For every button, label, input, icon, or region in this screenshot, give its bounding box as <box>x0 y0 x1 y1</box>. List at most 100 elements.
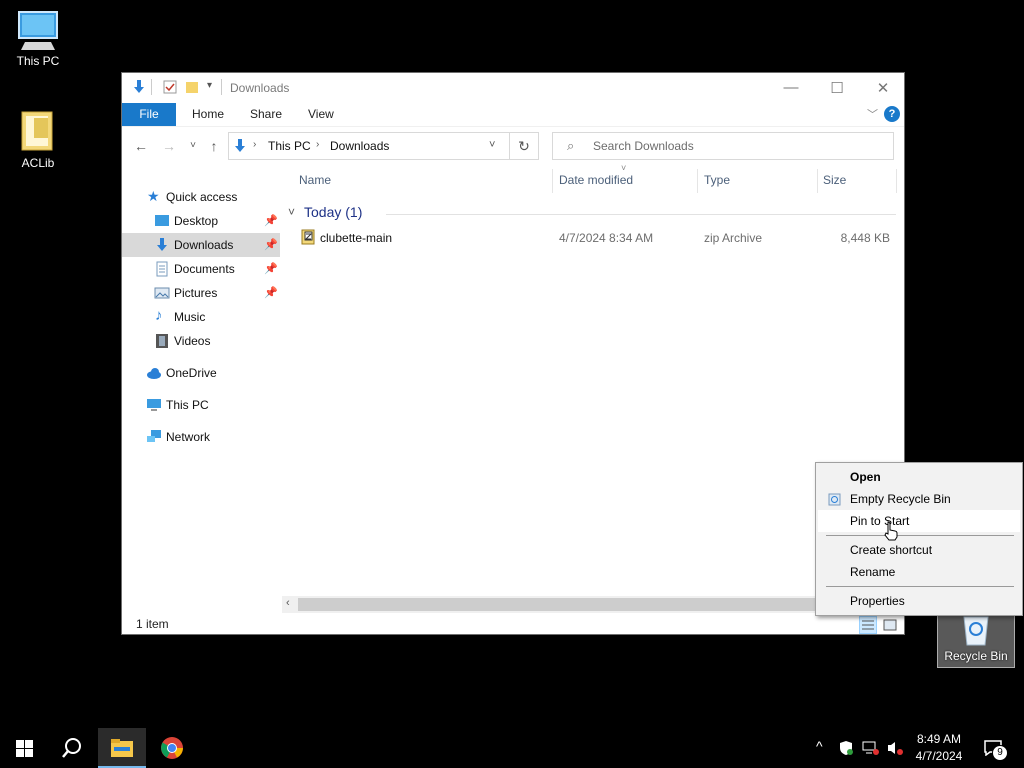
expand-ribbon-icon[interactable]: ﹀ <box>867 106 878 122</box>
breadcrumb-this-pc[interactable]: This PC <box>268 139 311 153</box>
scroll-left-icon[interactable]: ‹ <box>286 597 290 609</box>
minimize-icon: — <box>783 79 799 96</box>
column-header-type[interactable]: Type <box>704 173 730 193</box>
ribbon: File Home Share View ﹀ ? <box>122 103 904 127</box>
windows-logo-icon <box>15 739 33 757</box>
folder-icon <box>111 739 133 757</box>
videos-icon <box>156 334 168 348</box>
desktop-icon-label: This PC <box>16 54 60 68</box>
taskbar: ^ 8:49 AM 4/7/2024 9 <box>0 728 1024 768</box>
music-note-icon: ♪ <box>155 307 163 324</box>
close-button[interactable]: ✕ <box>860 73 906 102</box>
column-header-name[interactable]: Name <box>299 173 331 193</box>
security-shield-icon[interactable] <box>838 740 854 756</box>
nav-label: Videos <box>174 334 211 348</box>
chrome-icon <box>161 737 183 759</box>
menu-item-pin-to-start[interactable]: Pin to Start <box>818 510 1020 532</box>
file-type: zip Archive <box>704 231 763 245</box>
start-button[interactable] <box>0 728 48 768</box>
nav-label: Network <box>166 430 211 444</box>
group-header-today[interactable]: ˅ Today (1) <box>288 204 896 224</box>
nav-item-quick-access[interactable]: ★ Quick access <box>122 185 280 209</box>
breadcrumb-separator-icon: › <box>316 139 320 150</box>
desktop-icon-aclib[interactable]: ACLib <box>0 108 76 170</box>
recent-locations-button[interactable]: ˅ <box>184 137 202 155</box>
menu-item-create-shortcut[interactable]: Create shortcut <box>818 539 1020 561</box>
scrollbar-thumb[interactable] <box>298 598 817 611</box>
pin-icon: 📌 <box>264 239 278 251</box>
navigation-pane: ★ Quick access Desktop 📌 Downloads 📌 Doc… <box>122 183 282 483</box>
menu-item-properties[interactable]: Properties <box>818 590 1020 612</box>
tab-view[interactable]: View <box>297 103 345 126</box>
recycle-bin-icon <box>963 616 989 646</box>
clock-time: 8:49 AM <box>916 732 962 746</box>
menu-item-rename[interactable]: Rename <box>818 561 1020 583</box>
file-row[interactable]: clubette-main 4/7/2024 8:34 AM zip Archi… <box>288 227 894 249</box>
up-button[interactable]: ↑ <box>205 137 223 155</box>
search-button[interactable] <box>48 728 96 768</box>
nav-label: Downloads <box>174 238 234 252</box>
taskbar-chrome[interactable] <box>148 728 196 768</box>
nav-item-network[interactable]: Network <box>122 425 280 449</box>
address-dropdown-icon[interactable]: ˅ <box>489 139 495 151</box>
search-icon: ⌕ <box>567 138 575 153</box>
refresh-button[interactable]: ↻ <box>509 132 539 160</box>
nav-item-documents[interactable]: Documents 📌 <box>122 257 280 281</box>
column-header-size[interactable]: Size <box>823 173 846 193</box>
tab-file[interactable]: File <box>122 103 176 126</box>
large-icons-view-icon[interactable] <box>881 616 899 634</box>
notification-count-badge: 9 <box>992 745 1008 761</box>
mouse-cursor-icon <box>884 521 898 541</box>
properties-check-icon[interactable] <box>163 80 177 94</box>
computer-icon <box>18 11 58 50</box>
nav-item-videos[interactable]: Videos <box>122 329 280 353</box>
minimize-button[interactable]: — <box>768 73 814 102</box>
tab-share[interactable]: Share <box>239 103 293 126</box>
close-icon: ✕ <box>876 79 890 97</box>
help-icon[interactable]: ? <box>884 106 900 122</box>
breadcrumb-downloads[interactable]: Downloads <box>330 139 389 153</box>
tab-home[interactable]: Home <box>181 103 235 126</box>
search-input[interactable] <box>591 138 885 154</box>
search-box[interactable]: ⌕ <box>552 132 894 160</box>
group-label: Today (1) <box>304 204 363 220</box>
downloads-arrow-icon <box>157 238 167 251</box>
menu-item-empty-recycle-bin[interactable]: Empty Recycle Bin <box>818 488 1020 510</box>
back-button[interactable]: ← <box>132 137 150 155</box>
star-icon: ★ <box>147 188 160 204</box>
title-bar[interactable]: ▾ Downloads — ☐ ✕ <box>122 73 904 102</box>
nav-label: This PC <box>166 398 209 412</box>
taskbar-file-explorer[interactable] <box>98 728 146 768</box>
volume-muted-icon[interactable] <box>886 740 904 756</box>
menu-item-open[interactable]: Open <box>818 466 1020 488</box>
nav-item-this-pc[interactable]: This PC <box>122 393 280 417</box>
window-title: Downloads <box>230 81 290 95</box>
new-folder-icon[interactable] <box>185 80 199 94</box>
pictures-icon <box>154 287 170 299</box>
nav-label: OneDrive <box>166 366 217 380</box>
maximize-button[interactable]: ☐ <box>814 73 860 102</box>
quick-access-toolbar-chevron-icon[interactable]: ▾ <box>207 80 212 91</box>
pin-icon: 📌 <box>264 263 278 275</box>
nav-item-pictures[interactable]: Pictures 📌 <box>122 281 280 305</box>
details-view-icon[interactable] <box>859 616 877 634</box>
zip-file-icon <box>301 229 315 245</box>
desktop-icon-this-pc[interactable]: This PC <box>0 10 76 68</box>
nav-item-downloads[interactable]: Downloads 📌 <box>122 233 280 257</box>
nav-item-desktop[interactable]: Desktop 📌 <box>122 209 280 233</box>
desktop-icon <box>155 215 169 226</box>
system-clock[interactable]: 8:49 AM 4/7/2024 <box>906 731 972 765</box>
file-name: clubette-main <box>320 231 393 245</box>
show-hidden-icons-icon[interactable]: ^ <box>816 738 823 754</box>
nav-item-onedrive[interactable]: OneDrive <box>122 361 280 385</box>
nav-item-music[interactable]: ♪ Music <box>122 305 280 329</box>
maximize-icon: ☐ <box>830 79 844 97</box>
desktop-icon-recycle-bin[interactable]: Recycle Bin <box>937 612 1015 668</box>
forward-button[interactable]: → <box>160 137 178 155</box>
desktop-icon-label: ACLib <box>21 156 55 170</box>
network-status-icon[interactable] <box>862 740 880 756</box>
action-center-button[interactable]: 9 <box>980 728 1016 768</box>
horizontal-scrollbar[interactable]: ‹ <box>282 596 817 613</box>
address-bar[interactable]: › This PC › Downloads ˅ <box>228 132 510 160</box>
column-header-date-modified[interactable]: Date modified <box>559 173 633 193</box>
